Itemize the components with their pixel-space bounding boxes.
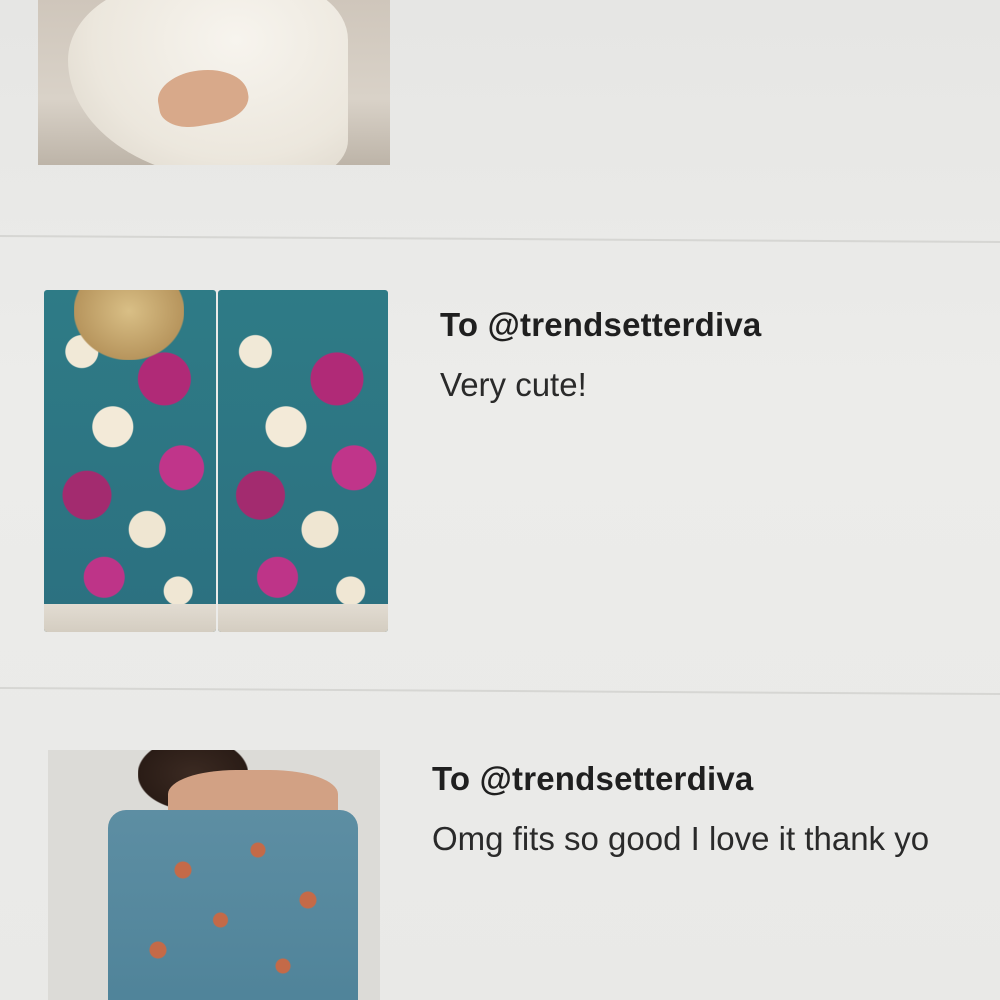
message-item: To @trendsetterdiva Very cute! (440, 306, 761, 404)
message-text: Omg fits so good I love it thank yo (432, 820, 930, 857)
message-recipient[interactable]: To @trendsetterdiva (440, 306, 761, 344)
dress-shape (108, 810, 358, 1000)
message-feed: To @trendsetterdiva Very cute! To @trend… (0, 0, 1000, 1000)
floor-shape (44, 604, 216, 632)
message-item: To @trendsetterdiva Omg fits so good I l… (432, 760, 929, 858)
divider (0, 234, 1000, 244)
floral-dress-photo-front[interactable] (44, 290, 216, 632)
message-recipient[interactable]: To @trendsetterdiva (432, 760, 929, 798)
floral-dress-photo-back[interactable] (218, 290, 388, 632)
divider (0, 686, 1000, 696)
white-dress-photo[interactable] (38, 0, 390, 165)
message-text: Very cute! (440, 366, 587, 403)
floor-shape (218, 604, 388, 632)
floral-pattern (218, 290, 388, 632)
hair-shape (74, 290, 184, 360)
off-shoulder-dress-photo[interactable] (48, 750, 380, 1000)
